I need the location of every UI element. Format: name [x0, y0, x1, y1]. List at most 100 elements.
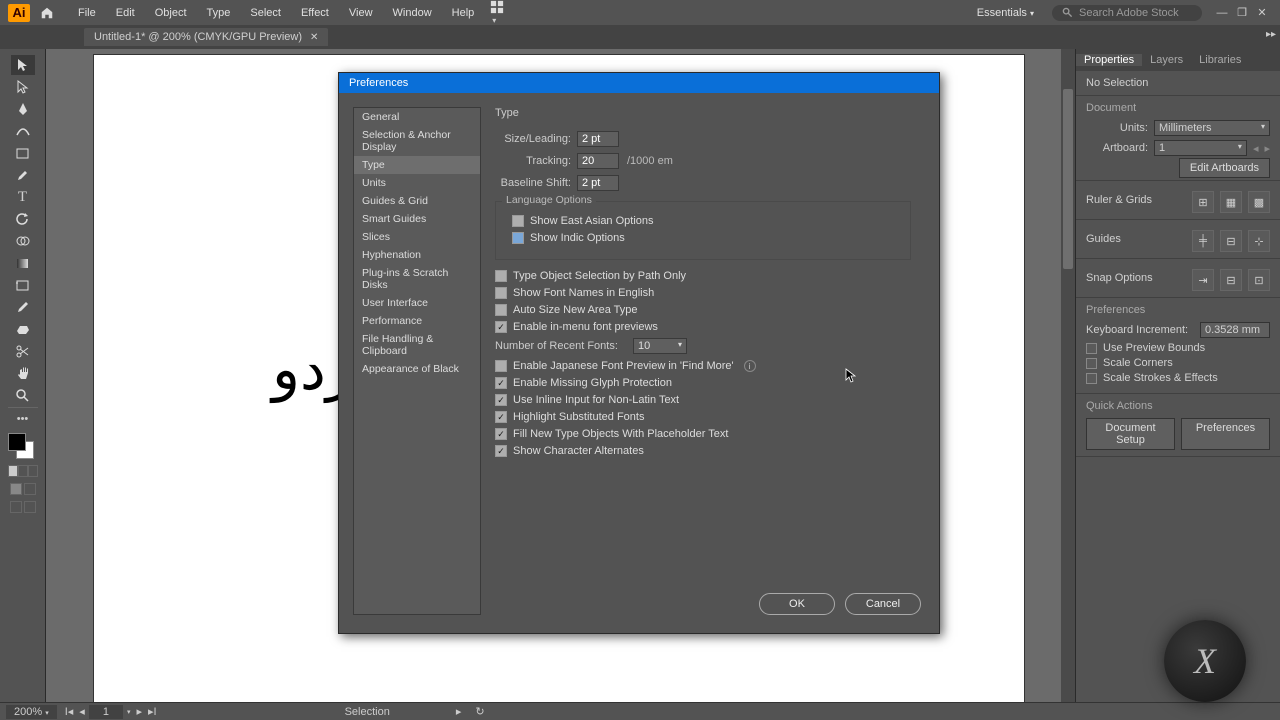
baseline-input[interactable]: 2 pt	[577, 175, 619, 191]
inmenu-preview-checkbox[interactable]	[495, 321, 507, 333]
prev-artboard-icon[interactable]: ◂	[1253, 142, 1259, 155]
close-icon[interactable]: ✕	[1252, 6, 1272, 19]
size-leading-input[interactable]: 2 pt	[577, 131, 619, 147]
shape-builder-tool[interactable]	[11, 231, 35, 251]
info-icon[interactable]: i	[744, 360, 756, 372]
highlight-sub-checkbox[interactable]	[495, 411, 507, 423]
missing-glyph-checkbox[interactable]	[495, 377, 507, 389]
play-icon[interactable]: ▸	[456, 705, 462, 718]
rectangle-tool[interactable]	[11, 143, 35, 163]
zoom-level[interactable]: 200% ▾	[6, 705, 57, 719]
snap-pixel-icon[interactable]: ⊡	[1248, 269, 1270, 291]
path-only-checkbox[interactable]	[495, 270, 507, 282]
transparency-grid-icon[interactable]: ▩	[1248, 191, 1270, 213]
cat-guides-grid[interactable]: Guides & Grid	[354, 192, 480, 210]
next-artboard-icon[interactable]: ▸	[1264, 142, 1270, 155]
recent-fonts-select[interactable]: 10▾	[633, 338, 687, 354]
cat-selection-anchor[interactable]: Selection & Anchor Display	[354, 126, 480, 156]
next-artboard-nav-icon[interactable]: ▸	[134, 705, 144, 718]
eraser-tool[interactable]	[11, 319, 35, 339]
direct-selection-tool[interactable]	[11, 77, 35, 97]
app-logo[interactable]: Ai	[8, 4, 30, 22]
tab-libraries[interactable]: Libraries	[1191, 54, 1249, 66]
placeholder-text-checkbox[interactable]	[495, 428, 507, 440]
artboard-tool[interactable]	[11, 275, 35, 295]
eyedropper-tool[interactable]	[11, 297, 35, 317]
jp-preview-checkbox[interactable]	[495, 360, 507, 372]
kb-increment-input[interactable]: 0.3528 mm	[1200, 322, 1270, 338]
menu-file[interactable]: File	[68, 7, 106, 19]
grid-icon[interactable]: ▦	[1220, 191, 1242, 213]
cat-hyphenation[interactable]: Hyphenation	[354, 246, 480, 264]
selection-tool[interactable]	[11, 55, 35, 75]
cat-units[interactable]: Units	[354, 174, 480, 192]
guides-show-icon[interactable]: ╪	[1192, 230, 1214, 252]
menu-view[interactable]: View	[339, 7, 383, 19]
font-english-checkbox[interactable]	[495, 287, 507, 299]
home-icon[interactable]	[38, 4, 56, 22]
tab-properties[interactable]: Properties	[1076, 54, 1142, 66]
scrollbar-vertical[interactable]	[1061, 49, 1075, 702]
document-setup-button[interactable]: Document Setup	[1086, 418, 1175, 450]
indic-checkbox[interactable]	[512, 232, 524, 244]
curvature-tool[interactable]	[11, 121, 35, 141]
rotate-tool[interactable]	[11, 209, 35, 229]
gradient-tool[interactable]	[11, 253, 35, 273]
cat-file-handling[interactable]: File Handling & Clipboard	[354, 330, 480, 360]
paintbrush-tool[interactable]	[11, 165, 35, 185]
ok-button[interactable]: OK	[759, 593, 835, 615]
smart-guides-icon[interactable]: ⊹	[1248, 230, 1270, 252]
cat-appearance-black[interactable]: Appearance of Black	[354, 360, 480, 378]
artboard-number[interactable]: 1	[89, 705, 123, 719]
tab-close-icon[interactable]: ✕	[310, 32, 318, 43]
menu-effect[interactable]: Effect	[291, 7, 339, 19]
panel-toggle-icon[interactable]: ▸▸	[1266, 29, 1276, 40]
maximize-icon[interactable]: ❐	[1232, 6, 1252, 19]
screen-mode[interactable]	[10, 483, 36, 495]
document-tab[interactable]: Untitled-1* @ 200% (CMYK/GPU Preview) ✕	[84, 28, 328, 46]
screen-mode-2[interactable]	[10, 501, 36, 513]
menu-window[interactable]: Window	[383, 7, 442, 19]
ruler-icon[interactable]: ⊞	[1192, 191, 1214, 213]
scale-strokes-checkbox[interactable]	[1086, 373, 1097, 384]
menu-object[interactable]: Object	[145, 7, 197, 19]
more-tools[interactable]: •••	[8, 407, 38, 427]
cat-ui[interactable]: User Interface	[354, 294, 480, 312]
snap-point-icon[interactable]: ⇥	[1192, 269, 1214, 291]
last-artboard-icon[interactable]: ▸I	[146, 705, 159, 718]
menu-edit[interactable]: Edit	[106, 7, 145, 19]
cat-type[interactable]: Type	[354, 156, 480, 174]
cat-slices[interactable]: Slices	[354, 228, 480, 246]
inline-input-checkbox[interactable]	[495, 394, 507, 406]
cat-plugins[interactable]: Plug-ins & Scratch Disks	[354, 264, 480, 294]
snap-grid-icon[interactable]: ⊟	[1220, 269, 1242, 291]
guides-lock-icon[interactable]: ⊟	[1220, 230, 1242, 252]
cat-general[interactable]: General	[354, 108, 480, 126]
units-select[interactable]: Millimeters▾	[1154, 120, 1270, 136]
cat-smart-guides[interactable]: Smart Guides	[354, 210, 480, 228]
menu-help[interactable]: Help	[442, 7, 485, 19]
windows-icon[interactable]: ▾	[490, 0, 504, 26]
stock-search[interactable]: Search Adobe Stock	[1052, 5, 1202, 21]
hand-tool[interactable]	[11, 363, 35, 383]
prev-artboard-nav-icon[interactable]: ◂	[77, 705, 87, 718]
cancel-button[interactable]: Cancel	[845, 593, 921, 615]
type-tool[interactable]: T	[11, 187, 35, 207]
tab-layers[interactable]: Layers	[1142, 54, 1191, 66]
minimize-icon[interactable]: —	[1212, 7, 1232, 19]
preferences-button[interactable]: Preferences	[1181, 418, 1270, 450]
char-alternates-checkbox[interactable]	[495, 445, 507, 457]
reload-icon[interactable]: ↻	[475, 705, 484, 718]
autosize-checkbox[interactable]	[495, 304, 507, 316]
artboard-nav[interactable]: I◂ ◂ 1 ▾ ▸ ▸I	[63, 705, 159, 719]
pen-tool[interactable]	[11, 99, 35, 119]
menu-type[interactable]: Type	[197, 7, 241, 19]
menu-select[interactable]: Select	[240, 7, 291, 19]
edit-artboards-button[interactable]: Edit Artboards	[1179, 158, 1270, 178]
first-artboard-icon[interactable]: I◂	[63, 705, 76, 718]
fill-stroke-swatch[interactable]	[8, 433, 38, 461]
east-asian-checkbox[interactable]	[512, 215, 524, 227]
draw-mode[interactable]	[8, 465, 38, 477]
preview-bounds-checkbox[interactable]	[1086, 343, 1097, 354]
zoom-tool[interactable]	[11, 385, 35, 405]
